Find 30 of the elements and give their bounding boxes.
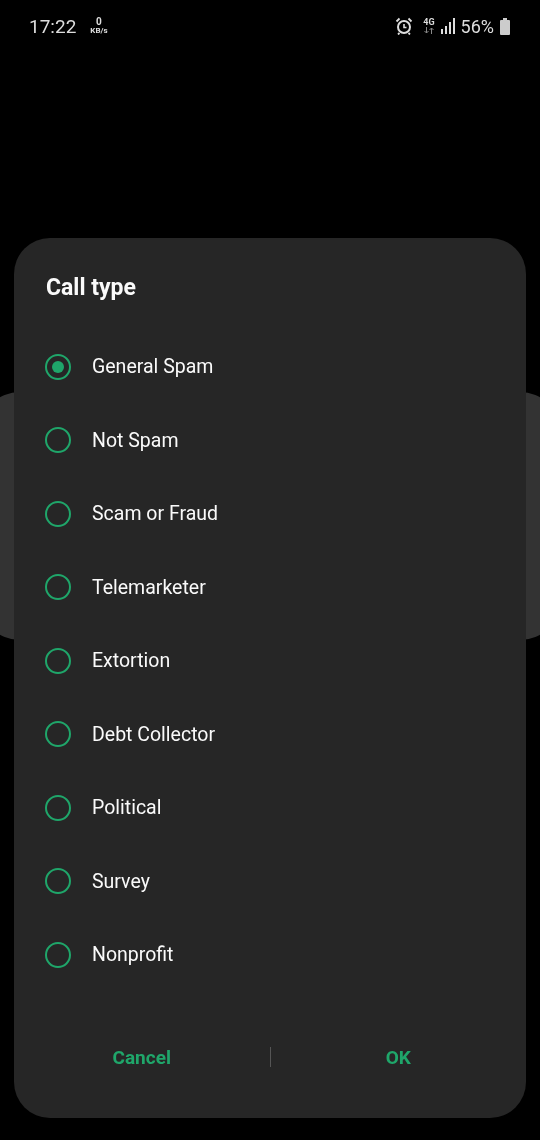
battery-icon bbox=[500, 17, 510, 35]
radio-button[interactable] bbox=[45, 427, 71, 454]
radio-option[interactable]: Extortion bbox=[14, 624, 526, 698]
radio-option[interactable]: Scam or Fraud bbox=[14, 477, 526, 551]
speed-unit: KB/s bbox=[90, 27, 108, 35]
radio-button[interactable] bbox=[45, 647, 71, 674]
radio-option[interactable]: Telemarketer bbox=[14, 550, 526, 624]
radio-option[interactable]: Survey bbox=[14, 844, 526, 918]
signal-icon bbox=[440, 18, 455, 34]
radio-button[interactable] bbox=[45, 868, 71, 895]
radio-option[interactable]: Nonprofit bbox=[14, 918, 526, 992]
radio-button[interactable] bbox=[45, 721, 71, 748]
dialog-title: Call type bbox=[45, 273, 137, 303]
radio-button[interactable] bbox=[45, 941, 71, 968]
radio-option[interactable]: Political bbox=[14, 771, 526, 845]
clock-time: 17:22 bbox=[29, 14, 77, 38]
radio-button[interactable] bbox=[45, 794, 71, 821]
alarm-clock-icon bbox=[395, 17, 414, 35]
radio-option[interactable]: Not Spam bbox=[14, 403, 526, 477]
radio-button[interactable] bbox=[45, 574, 71, 601]
speed-value: 0 bbox=[96, 17, 102, 27]
cancel-button[interactable]: Cancel bbox=[14, 1032, 270, 1082]
data-arrows-icon bbox=[423, 27, 434, 34]
battery-percent: 56% bbox=[460, 15, 494, 37]
radio-option[interactable]: General Spam bbox=[14, 330, 526, 404]
ok-button[interactable]: OK bbox=[270, 1032, 526, 1082]
radio-button[interactable] bbox=[45, 353, 71, 380]
radio-button[interactable] bbox=[45, 500, 71, 527]
network-type: 4G bbox=[423, 18, 435, 27]
radio-option[interactable]: Debt Collector bbox=[14, 697, 526, 771]
